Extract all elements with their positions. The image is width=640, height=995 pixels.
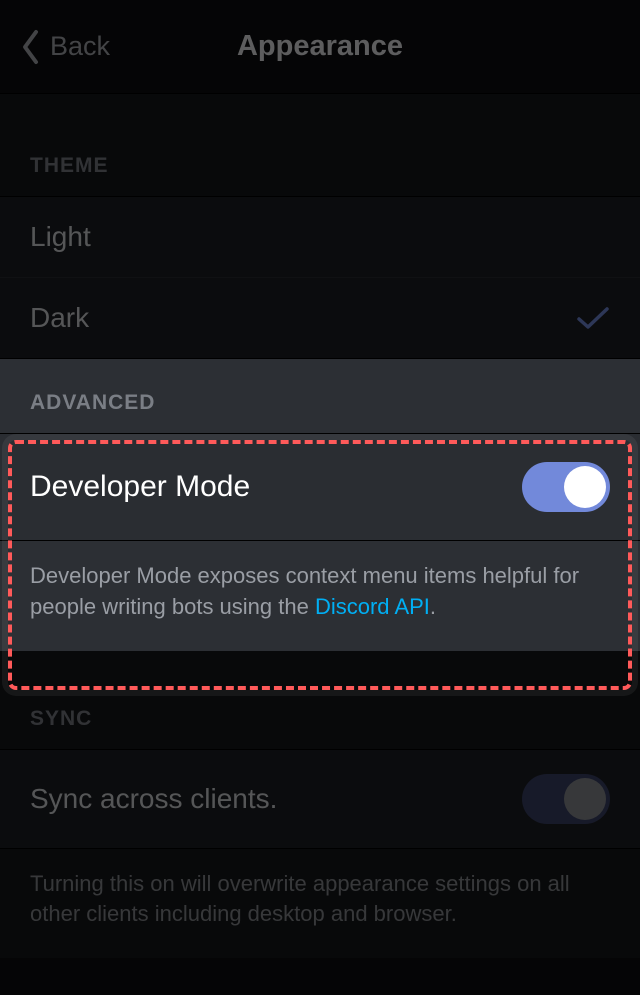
sync-clients-row[interactable]: Sync across clients. — [0, 749, 640, 849]
toggle-knob — [564, 466, 606, 508]
sync-description: Turning this on will overwrite appearanc… — [0, 849, 640, 959]
toggle-knob — [564, 778, 606, 820]
checkmark-icon — [576, 305, 610, 331]
developer-mode-row[interactable]: Developer Mode — [0, 433, 640, 541]
option-label: Dark — [30, 302, 89, 334]
back-button[interactable]: Back — [20, 29, 110, 65]
description-text-prefix: Developer Mode exposes context menu item… — [30, 563, 579, 619]
theme-option-dark[interactable]: Dark — [0, 278, 640, 359]
option-label: Light — [30, 221, 91, 253]
section-header-advanced: ADVANCED — [0, 359, 640, 433]
option-label: Sync across clients. — [30, 783, 277, 815]
discord-api-link[interactable]: Discord API — [315, 594, 430, 619]
highlighted-section: ADVANCED Developer Mode Developer Mode e… — [0, 359, 640, 651]
back-label: Back — [50, 31, 110, 62]
developer-mode-description: Developer Mode exposes context menu item… — [0, 541, 640, 651]
developer-mode-toggle[interactable] — [522, 462, 610, 512]
description-text-suffix: . — [430, 594, 436, 619]
sync-clients-toggle[interactable] — [522, 774, 610, 824]
option-label: Developer Mode — [30, 470, 250, 504]
theme-option-light[interactable]: Light — [0, 196, 640, 278]
header-bar: Back Appearance — [0, 0, 640, 94]
section-header-theme: THEME — [0, 94, 640, 196]
chevron-left-icon — [20, 29, 40, 65]
section-header-sync: SYNC — [0, 651, 640, 749]
